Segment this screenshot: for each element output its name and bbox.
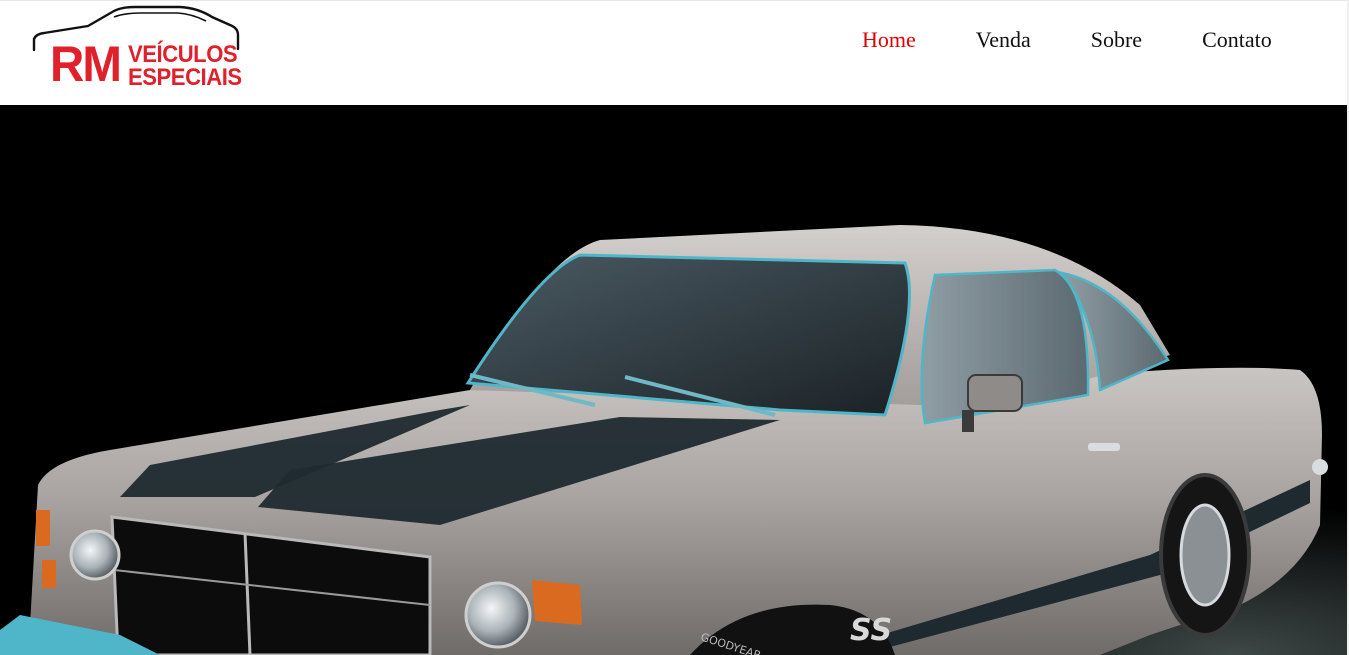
- site-header: RM VEÍCULOS ESPECIAIS Home Venda Sobre C…: [0, 0, 1347, 105]
- logo-rm-text: RM: [50, 36, 122, 92]
- main-nav: Home Venda Sobre Contato: [862, 27, 1272, 55]
- ss-badge: SS: [850, 613, 892, 648]
- brand-logo[interactable]: RM VEÍCULOS ESPECIAIS: [30, 5, 245, 97]
- hero-car-image: GOODYEAR SS: [0, 105, 1347, 655]
- nav-contato[interactable]: Contato: [1202, 27, 1272, 55]
- nav-sobre[interactable]: Sobre: [1091, 27, 1142, 55]
- logo-line-2: ESPECIAIS: [128, 64, 242, 91]
- hero-banner: GOODYEAR SS: [0, 105, 1347, 655]
- nav-home[interactable]: Home: [862, 27, 916, 55]
- nav-venda[interactable]: Venda: [976, 27, 1031, 55]
